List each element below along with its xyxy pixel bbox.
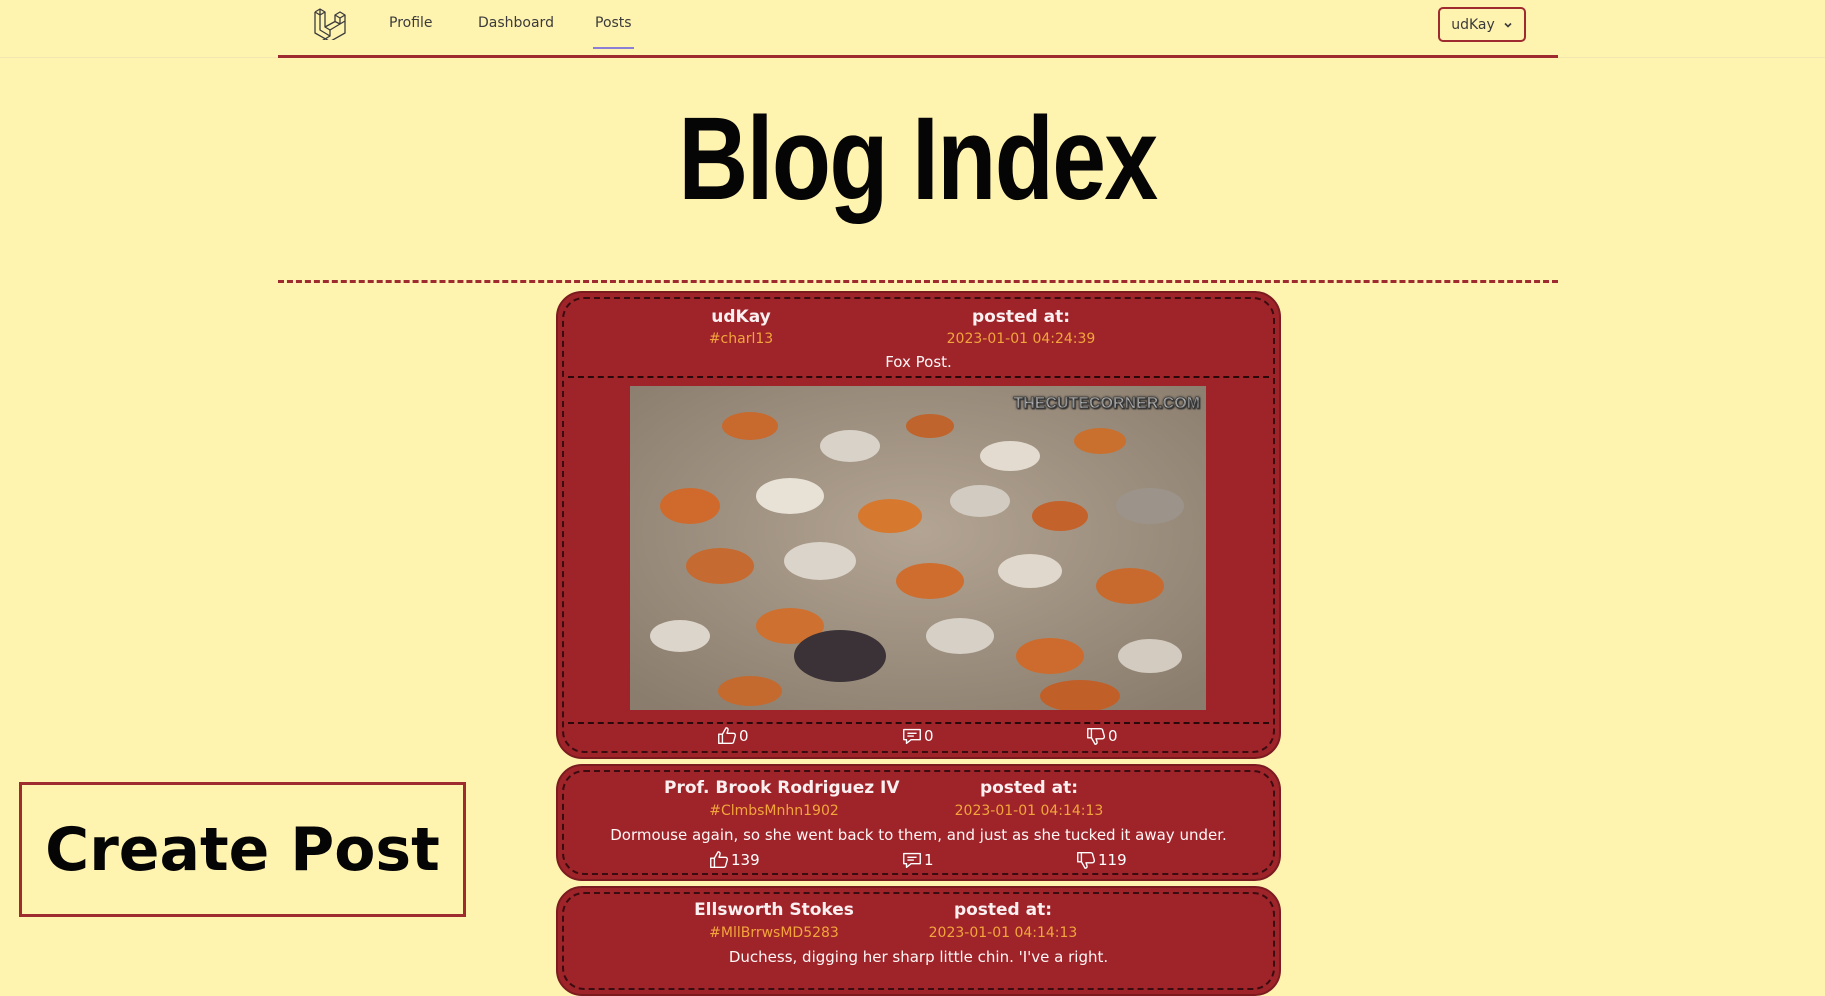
- nav-profile-link[interactable]: Profile: [389, 15, 433, 31]
- post-author[interactable]: Prof. Brook Rodriguez IV: [664, 778, 900, 798]
- post-handle[interactable]: #charl13: [686, 331, 796, 347]
- comment-count: 1: [924, 851, 934, 869]
- post-card: Prof. Brook Rodriguez IV posted at: #Clm…: [556, 764, 1281, 881]
- user-dropdown-button[interactable]: udKay: [1438, 7, 1526, 42]
- like-count: 0: [739, 727, 749, 745]
- dislike-count: 119: [1098, 851, 1127, 869]
- post-author[interactable]: udKay: [696, 307, 786, 327]
- post-image: THECUTECORNER.COM: [630, 386, 1206, 710]
- nav-posts-link[interactable]: Posts: [593, 15, 634, 49]
- thumbs-down-icon: [1087, 727, 1106, 745]
- dislike-button[interactable]: 119: [1075, 849, 1127, 871]
- post-handle[interactable]: #ClmbsMnhn1902: [709, 803, 839, 819]
- like-button[interactable]: 0: [716, 725, 749, 747]
- comment-icon: [903, 728, 921, 745]
- top-navbar: Profile Dashboard Posts udKay: [0, 0, 1825, 58]
- comment-button[interactable]: 0: [901, 725, 934, 747]
- page-title: Blog Index: [678, 93, 1158, 225]
- dislike-button[interactable]: 0: [1085, 725, 1118, 747]
- thumbs-up-icon: [710, 851, 729, 869]
- post-divider: [568, 376, 1269, 378]
- post-content: Duchess, digging her sharp little chin. …: [728, 948, 1109, 966]
- post-content: Dormouse again, so she went back to them…: [610, 826, 1227, 844]
- post-content: Fox Post.: [885, 353, 952, 371]
- like-button[interactable]: 139: [708, 849, 760, 871]
- nav-dashboard-link[interactable]: Dashboard: [478, 15, 554, 31]
- image-watermark: THECUTECORNER.COM: [1013, 395, 1200, 412]
- like-count: 139: [731, 851, 760, 869]
- comment-count: 0: [924, 727, 934, 745]
- post-date: 2023-01-01 04:14:13: [928, 925, 1078, 941]
- posted-at-label: posted at:: [979, 778, 1079, 798]
- dislike-count: 0: [1108, 727, 1118, 745]
- create-post-button[interactable]: Create Post: [19, 782, 466, 917]
- user-name: udKay: [1451, 16, 1495, 33]
- thumbs-down-icon: [1077, 851, 1096, 869]
- comment-icon: [903, 852, 921, 869]
- posted-at-label: posted at:: [953, 900, 1053, 920]
- comment-button[interactable]: 1: [901, 849, 934, 871]
- post-card: udKay posted at: #charl13 2023-01-01 04:…: [556, 291, 1281, 759]
- thumbs-up-icon: [718, 727, 737, 745]
- chevron-down-icon: [1504, 22, 1512, 28]
- posted-at-label: posted at:: [971, 307, 1071, 327]
- laravel-logo-icon[interactable]: [312, 6, 346, 40]
- post-date: 2023-01-01 04:24:39: [946, 331, 1096, 347]
- post-handle[interactable]: #MllBrrwsMD5283: [704, 925, 844, 941]
- post-card: Ellsworth Stokes posted at: #MllBrrwsMD5…: [556, 886, 1281, 996]
- post-date: 2023-01-01 04:14:13: [954, 803, 1104, 819]
- fox-photo: THECUTECORNER.COM: [630, 386, 1206, 710]
- nav-container: Profile Dashboard Posts udKay: [278, 0, 1558, 58]
- post-divider: [568, 722, 1269, 724]
- post-author[interactable]: Ellsworth Stokes: [684, 900, 864, 920]
- title-divider: [278, 280, 1558, 283]
